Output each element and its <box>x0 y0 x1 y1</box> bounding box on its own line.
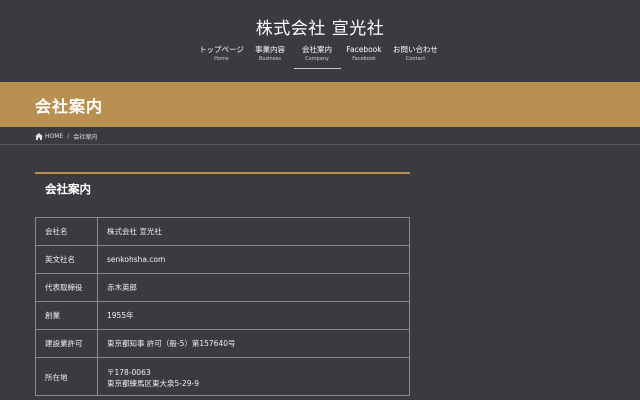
page-title-band: 会社案内 <box>0 82 640 127</box>
company-info-section: 会社案内 会社名 株式会社 宣光社 英文社名 senkohsha.com 代表取… <box>35 172 410 400</box>
nav-item-label: トップページ <box>199 45 244 54</box>
row-label: 建設業許可 <box>35 329 98 358</box>
nav-item-facebook[interactable]: Facebook Facebook <box>343 44 386 68</box>
nav-item-contact[interactable]: お問い合わせ Contact <box>390 44 442 68</box>
nav-item-home[interactable]: トップページ Home <box>199 44 245 68</box>
row-value: 赤木英郎 <box>97 273 410 302</box>
row-label: 英文社名 <box>35 245 98 274</box>
breadcrumb-current: 会社案内 <box>73 134 98 141</box>
row-value: 株式会社 宣光社 <box>97 217 410 246</box>
section-divider <box>35 172 410 174</box>
table-row: 会社名 株式会社 宣光社 <box>35 217 410 246</box>
row-value: senkohsha.com <box>97 245 410 274</box>
row-value: 〒178-0063 東京都練馬区東大泉5-29-9 <box>97 357 410 396</box>
table-row: 建設業許可 東京都知事 許可（般-5）第157640号 <box>35 329 410 358</box>
row-label: 会社名 <box>35 217 98 246</box>
nav-item-sublabel: Contact <box>405 56 426 62</box>
page-title: 会社案内 <box>35 97 104 116</box>
row-value: 東京都知事 許可（般-5）第157640号 <box>97 329 410 358</box>
home-icon[interactable] <box>35 133 43 140</box>
breadcrumb-separator: / <box>67 133 70 140</box>
row-value: 1955年 <box>97 301 410 330</box>
postal-code: 〒178-0063 <box>107 367 151 377</box>
nav-item-label: Facebook <box>346 45 382 54</box>
nav-item-sublabel: Facebook <box>352 56 376 62</box>
row-label: 創業 <box>35 301 98 330</box>
nav-item-sublabel: Business <box>258 56 282 62</box>
row-label: 代表取締役 <box>35 273 98 302</box>
address: 東京都練馬区東大泉5-29-9 <box>107 378 199 388</box>
nav-item-business[interactable]: 事業内容 Business <box>249 44 292 68</box>
company-info-table: 会社名 株式会社 宣光社 英文社名 senkohsha.com 代表取締役 赤木… <box>35 217 410 396</box>
table-row: 代表取締役 赤木英郎 <box>35 273 410 302</box>
table-row: 英文社名 senkohsha.com <box>35 245 410 274</box>
nav-item-sublabel: Company <box>305 56 329 62</box>
breadcrumb: HOME / 会社案内 <box>0 127 640 145</box>
nav-item-sublabel: Home <box>214 56 229 62</box>
nav-item-label: お問い合わせ <box>393 45 438 54</box>
site-header: 株式会社 宣光社 トップページ Home 事業内容 Business 会社案内 … <box>0 0 640 82</box>
nav-item-company[interactable]: 会社案内 Company <box>293 44 341 69</box>
global-nav: トップページ Home 事業内容 Business 会社案内 Company F… <box>0 44 640 69</box>
section-title: 会社案内 <box>45 182 91 196</box>
table-row: 創業 1955年 <box>35 301 410 330</box>
nav-item-label: 会社案内 <box>302 45 332 54</box>
nav-item-label: 事業内容 <box>255 45 285 54</box>
row-label: 所在地 <box>35 357 98 396</box>
breadcrumb-home-link[interactable]: HOME <box>45 133 63 140</box>
site-title[interactable]: 株式会社 宣光社 <box>0 14 640 39</box>
table-row: 所在地 〒178-0063 東京都練馬区東大泉5-29-9 <box>35 357 410 396</box>
